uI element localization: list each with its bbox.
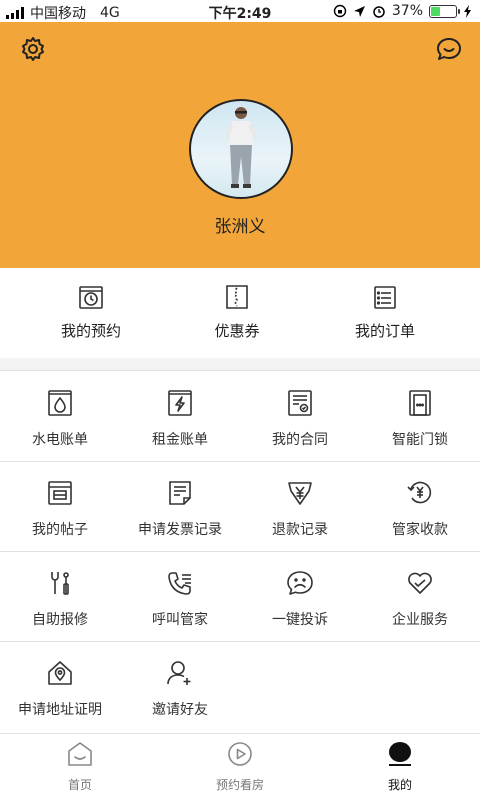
service-label: 智能门锁 <box>392 432 448 448</box>
service-label: 管家收款 <box>392 522 448 538</box>
service-label: 租金账单 <box>152 432 208 448</box>
service-label: 邀请好友 <box>152 702 208 718</box>
battery-percent: 37% <box>391 3 423 19</box>
contract-icon <box>288 390 312 416</box>
post-icon <box>48 481 72 505</box>
service-utility-bill[interactable]: 水电账单 <box>0 371 120 461</box>
service-smart-lock[interactable]: 智能门锁 <box>360 371 480 461</box>
service-label: 我的帖子 <box>32 522 88 538</box>
service-label: 水电账单 <box>32 432 88 448</box>
service-invoice-records[interactable]: 申请发票记录 <box>120 461 240 551</box>
service-label: 我的合同 <box>272 432 328 448</box>
services-grid: 水电账单 租金账单 我的合同 智能门锁 我的帖子 申请发票记录 退款记录 管家收… <box>0 370 480 733</box>
location-arrow-icon <box>353 5 365 17</box>
clock-calendar-icon <box>79 286 103 309</box>
home-icon <box>68 742 92 766</box>
door-lock-icon <box>409 390 431 416</box>
battery-fill <box>431 6 440 16</box>
service-address-proof[interactable]: 申请地址证明 <box>0 641 120 731</box>
service-complaint[interactable]: 一键投诉 <box>240 551 360 641</box>
quick-action-label: 我的预约 <box>60 322 121 340</box>
sad-face-icon <box>287 571 313 595</box>
tab-book-viewing[interactable]: 预约看房 <box>160 740 320 793</box>
service-invite-friends[interactable]: 邀请好友 <box>120 641 240 731</box>
heart-icon <box>408 572 432 594</box>
phone-call-icon <box>168 572 191 595</box>
service-contract[interactable]: 我的合同 <box>240 371 360 461</box>
coupon-icon <box>226 285 248 309</box>
my-orders-button[interactable]: 我的订单 <box>315 284 455 341</box>
user-name: 张洲义 <box>214 217 266 237</box>
section-divider <box>0 358 480 370</box>
profile-header: 张洲义 <box>0 22 480 268</box>
user-icon <box>389 742 411 766</box>
tab-me[interactable]: 我的 <box>320 740 480 793</box>
water-drop-icon <box>48 390 72 416</box>
service-my-posts[interactable]: 我的帖子 <box>0 461 120 551</box>
my-appointments-button[interactable]: 我的预约 <box>21 284 161 341</box>
service-refund-records[interactable]: 退款记录 <box>240 461 360 551</box>
service-label: 申请地址证明 <box>18 702 102 718</box>
battery-icon <box>429 4 460 18</box>
repair-tools-icon <box>51 572 69 595</box>
tab-label: 我的 <box>387 778 412 792</box>
charging-bolt-icon <box>464 4 471 18</box>
refund-icon <box>288 482 312 505</box>
service-rent-bill[interactable]: 租金账单 <box>120 371 240 461</box>
invoice-icon <box>169 481 191 505</box>
quick-action-label: 优惠券 <box>214 322 260 340</box>
tab-label: 首页 <box>67 778 92 792</box>
home-pin-icon <box>48 661 72 685</box>
status-bar: 中国移动 4G 下午2:49 37% <box>0 0 480 22</box>
service-label: 退款记录 <box>272 522 328 538</box>
coupons-button[interactable]: 优惠券 <box>167 284 307 341</box>
service-enterprise[interactable]: 企业服务 <box>360 551 480 641</box>
service-butler-payment[interactable]: 管家收款 <box>360 461 480 551</box>
tab-label: 预约看房 <box>215 778 264 792</box>
status-right: 37% <box>333 3 472 19</box>
alarm-icon <box>373 6 385 18</box>
service-label: 自助报修 <box>32 612 88 628</box>
yuan-collect-icon <box>407 481 432 504</box>
lightning-icon <box>168 390 192 416</box>
order-list-icon <box>374 286 396 309</box>
service-label: 一键投诉 <box>272 612 328 628</box>
service-call-butler[interactable]: 呼叫管家 <box>120 551 240 641</box>
orientation-lock-icon <box>333 4 347 18</box>
service-label: 申请发票记录 <box>138 522 222 538</box>
avatar-person-image <box>225 107 257 188</box>
chat-bubble-icon[interactable] <box>436 36 462 62</box>
quick-action-label: 我的订单 <box>354 322 415 340</box>
tab-home[interactable]: 首页 <box>0 740 160 793</box>
gear-icon[interactable] <box>20 36 46 62</box>
service-label: 企业服务 <box>392 612 448 628</box>
tab-bar: 首页 预约看房 我的 <box>0 733 480 801</box>
add-user-icon <box>167 661 191 685</box>
quick-actions: 我的预约 优惠券 我的订单 <box>0 268 480 358</box>
service-self-repair[interactable]: 自助报修 <box>0 551 120 641</box>
play-circle-icon <box>228 742 252 766</box>
service-label: 呼叫管家 <box>152 612 208 628</box>
avatar[interactable] <box>189 99 293 199</box>
